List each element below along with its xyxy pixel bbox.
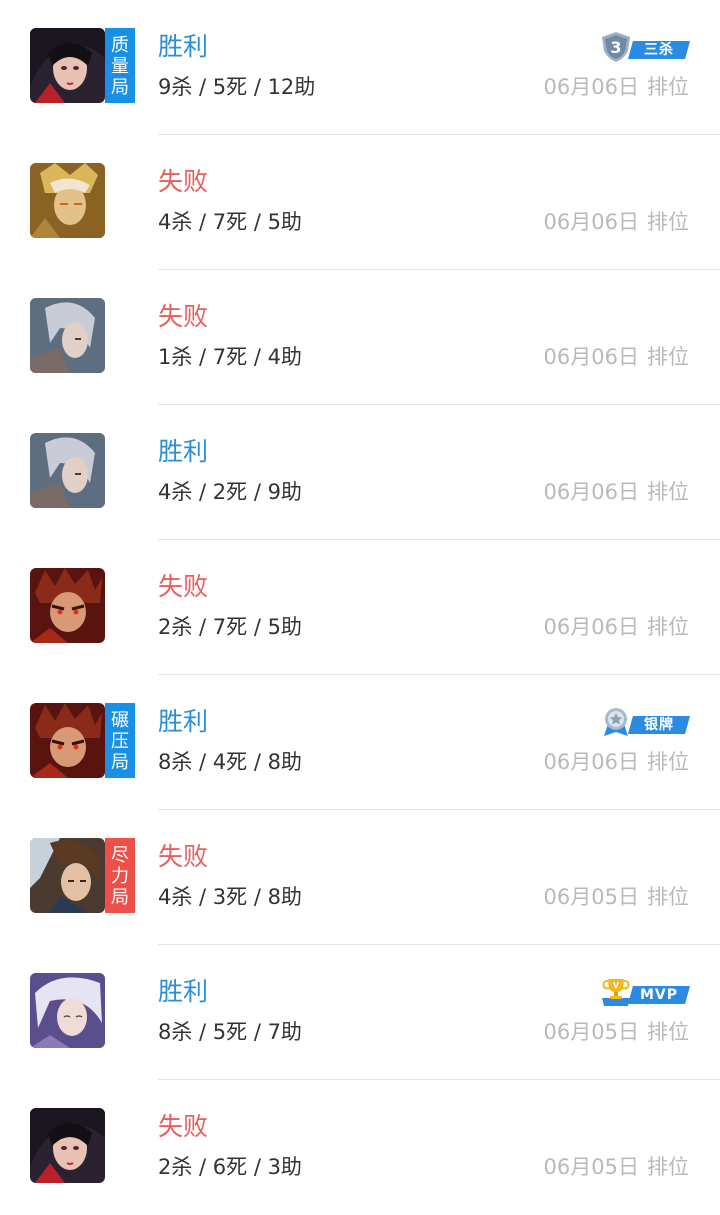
match-meta: 06月06日 排位 bbox=[544, 207, 689, 237]
hero-avatar bbox=[30, 568, 105, 643]
svg-text:3: 3 bbox=[610, 38, 621, 57]
svg-text:V: V bbox=[613, 981, 620, 990]
match-mode: 排位 bbox=[647, 615, 689, 639]
badge-label: 银牌 bbox=[628, 716, 690, 734]
hero-avatar bbox=[30, 163, 105, 238]
match-date: 06月06日 bbox=[543, 75, 639, 99]
match-date: 06月06日 bbox=[543, 345, 639, 369]
hero-avatar bbox=[30, 433, 105, 508]
match-result: 失败 bbox=[158, 842, 209, 871]
match-date: 06月06日 bbox=[543, 750, 639, 774]
match-result: 胜利 bbox=[158, 707, 209, 736]
match-date: 06月05日 bbox=[543, 885, 639, 909]
kda-stats: 4杀 / 7死 / 5助 bbox=[158, 210, 302, 234]
match-row[interactable]: 胜利 V MVP 8杀 / 5死 / 7助 06月05日 排位 bbox=[0, 945, 720, 1080]
match-date: 06月06日 bbox=[543, 480, 639, 504]
match-result: 失败 bbox=[158, 1112, 209, 1141]
silver-medal-icon bbox=[604, 708, 628, 736]
match-meta: 06月06日 排位 bbox=[544, 72, 689, 102]
match-result: 胜利 bbox=[158, 977, 209, 1006]
match-date: 06月05日 bbox=[543, 1020, 639, 1044]
kda-stats: 4杀 / 3死 / 8助 bbox=[158, 885, 302, 909]
badge-label: 三杀 bbox=[628, 41, 690, 59]
hero-avatar bbox=[30, 838, 105, 913]
kda-stats: 4杀 / 2死 / 9助 bbox=[158, 480, 302, 504]
match-date: 06月05日 bbox=[543, 1155, 639, 1179]
match-result: 失败 bbox=[158, 167, 209, 196]
kda-stats: 8杀 / 5死 / 7助 bbox=[158, 1020, 302, 1044]
hero-avatar bbox=[30, 28, 105, 103]
match-row[interactable]: 失败 2杀 / 6死 / 3助 06月05日 排位 bbox=[0, 1080, 720, 1215]
match-mode: 排位 bbox=[647, 1155, 689, 1179]
match-quality-tag: 质量局 bbox=[105, 28, 135, 103]
match-mode: 排位 bbox=[647, 345, 689, 369]
kda-stats: 2杀 / 7死 / 5助 bbox=[158, 615, 302, 639]
match-meta: 06月05日 排位 bbox=[544, 882, 689, 912]
mvp-badge: V MVP bbox=[600, 976, 690, 1006]
silver-medal-badge: 银牌 bbox=[600, 706, 690, 736]
match-row[interactable]: 胜利 4杀 / 2死 / 9助 06月06日 排位 bbox=[0, 405, 720, 540]
match-result: 失败 bbox=[158, 302, 209, 331]
match-mode: 排位 bbox=[647, 480, 689, 504]
match-date: 06月06日 bbox=[543, 615, 639, 639]
match-result: 胜利 bbox=[158, 32, 209, 61]
match-quality-tag: 碾压局 bbox=[105, 703, 135, 778]
match-row[interactable]: 失败 2杀 / 7死 / 5助 06月06日 排位 bbox=[0, 540, 720, 675]
kda-stats: 9杀 / 5死 / 12助 bbox=[158, 75, 316, 99]
shield-3-icon: 3 bbox=[602, 32, 630, 62]
match-meta: 06月06日 排位 bbox=[544, 612, 689, 642]
match-result: 胜利 bbox=[158, 437, 209, 466]
match-meta: 06月06日 排位 bbox=[544, 747, 689, 777]
badge-label: MVP bbox=[628, 986, 690, 1004]
kda-stats: 8杀 / 4死 / 8助 bbox=[158, 750, 302, 774]
match-row[interactable]: 失败 4杀 / 7死 / 5助 06月06日 排位 bbox=[0, 135, 720, 270]
match-meta: 06月06日 排位 bbox=[544, 477, 689, 507]
match-row[interactable]: 尽力局 失败 4杀 / 3死 / 8助 06月05日 排位 bbox=[0, 810, 720, 945]
hero-avatar bbox=[30, 1108, 105, 1183]
triple-kill-badge: 3 三杀 bbox=[600, 31, 690, 62]
match-meta: 06月05日 排位 bbox=[544, 1152, 689, 1182]
match-row[interactable]: 质量局 胜利 3 三杀 9杀 / 5死 / 12助 06月06日 排位 bbox=[0, 0, 720, 135]
match-row[interactable]: 碾压局 胜利 银牌 8杀 / 4死 / 8助 06月06日 排位 bbox=[0, 675, 720, 810]
kda-stats: 1杀 / 7死 / 4助 bbox=[158, 345, 302, 369]
match-mode: 排位 bbox=[647, 75, 689, 99]
kda-stats: 2杀 / 6死 / 3助 bbox=[158, 1155, 302, 1179]
match-row[interactable]: 失败 1杀 / 7死 / 4助 06月06日 排位 bbox=[0, 270, 720, 405]
match-date: 06月06日 bbox=[543, 210, 639, 234]
hero-avatar bbox=[30, 973, 105, 1048]
hero-avatar bbox=[30, 703, 105, 778]
match-meta: 06月05日 排位 bbox=[544, 1017, 689, 1047]
match-mode: 排位 bbox=[647, 885, 689, 909]
match-quality-tag: 尽力局 bbox=[105, 838, 135, 913]
match-result: 失败 bbox=[158, 572, 209, 601]
hero-avatar bbox=[30, 298, 105, 373]
match-mode: 排位 bbox=[647, 1020, 689, 1044]
trophy-icon: V bbox=[602, 979, 630, 1006]
match-mode: 排位 bbox=[647, 750, 689, 774]
match-mode: 排位 bbox=[647, 210, 689, 234]
match-meta: 06月06日 排位 bbox=[544, 342, 689, 372]
